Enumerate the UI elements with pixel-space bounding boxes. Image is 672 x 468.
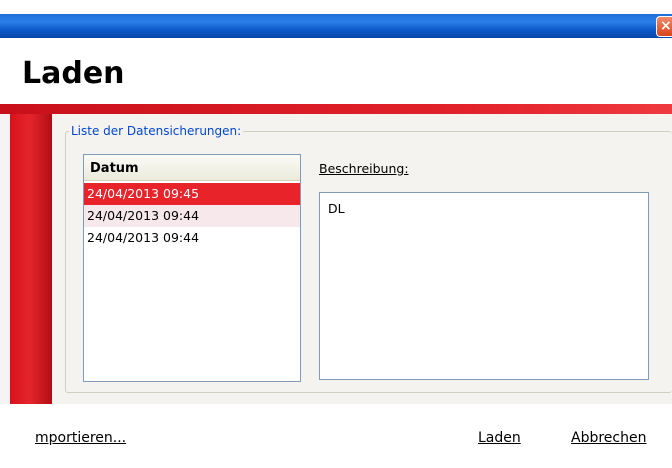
close-icon: ×: [660, 18, 672, 34]
title-bar[interactable]: ×: [0, 0, 672, 38]
list-item[interactable]: 24/04/2013 09:44: [84, 227, 300, 249]
cancel-button[interactable]: Abbrechen: [571, 430, 646, 446]
backup-listbox[interactable]: Datum 24/04/2013 09:45 24/04/2013 09:44 …: [83, 154, 301, 382]
description-value: DL: [328, 201, 345, 216]
column-header-label: Datum: [90, 161, 139, 176]
page-title: Laden: [22, 56, 125, 91]
import-link[interactable]: mportieren...: [35, 430, 126, 446]
group-legend: Liste der Datensicherungen:: [69, 124, 244, 138]
side-bar-edge: [0, 104, 10, 404]
list-item-date: 24/04/2013 09:45: [87, 186, 200, 201]
list-item-date: 24/04/2013 09:44: [87, 208, 200, 223]
load-button[interactable]: Laden: [478, 430, 521, 446]
description-label: Beschreibung:: [319, 161, 409, 176]
column-header-date[interactable]: Datum: [84, 155, 300, 181]
description-field[interactable]: DL: [319, 192, 649, 380]
close-button[interactable]: ×: [656, 16, 672, 37]
list-item[interactable]: 24/04/2013 09:45: [84, 183, 300, 205]
dialog-footer: mportieren... Laden Abbrechen: [0, 404, 672, 468]
header-accent-line: [0, 104, 672, 114]
list-item[interactable]: 24/04/2013 09:44: [84, 205, 300, 227]
list-item-date: 24/04/2013 09:44: [87, 230, 200, 245]
dialog-header: Laden: [0, 38, 672, 104]
